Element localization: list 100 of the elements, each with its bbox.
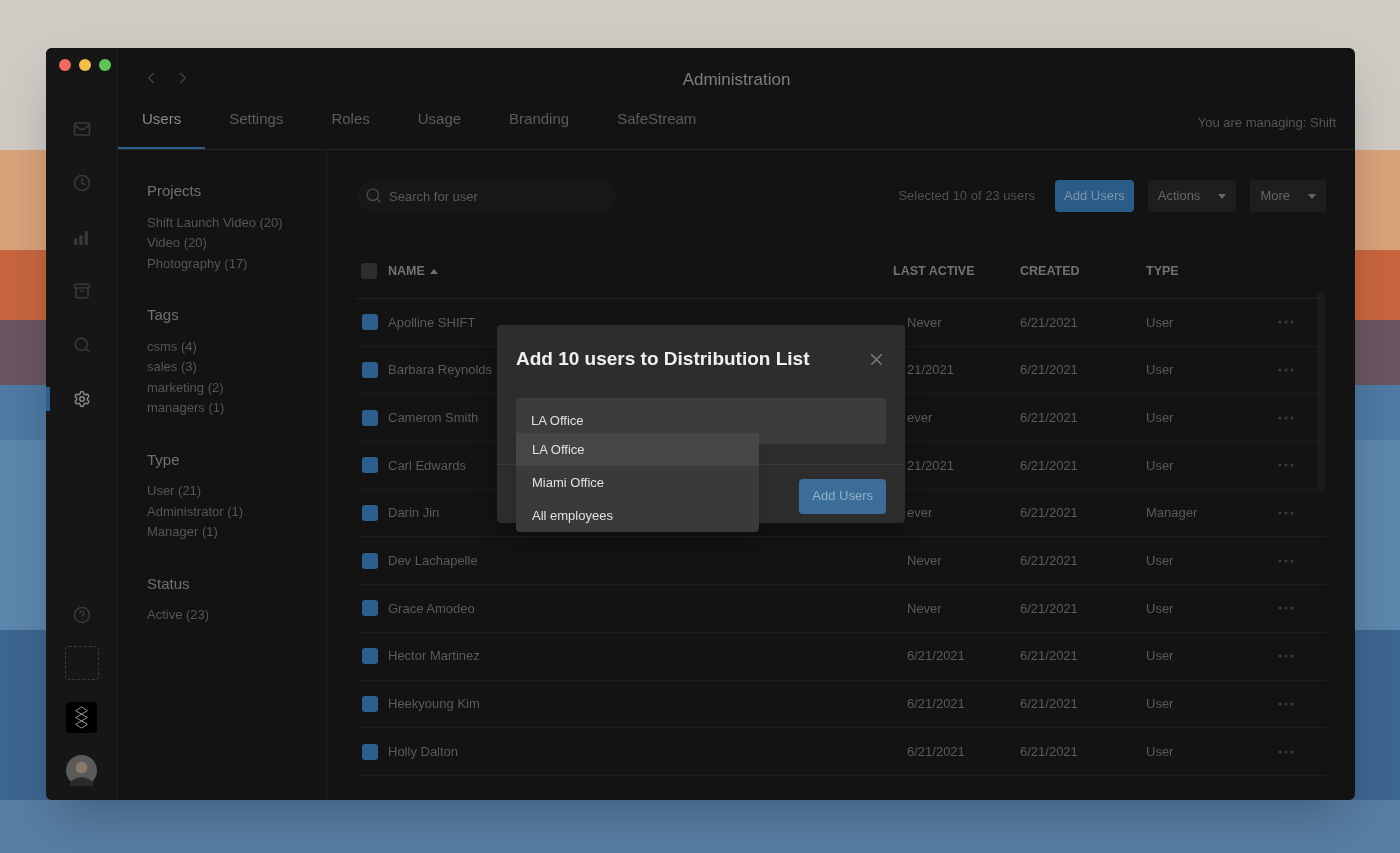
column-header[interactable]: TYPE: [1146, 261, 1179, 281]
user-name: Hector Martinez: [388, 648, 480, 664]
more-options-icon[interactable]: [1278, 415, 1294, 420]
created-cell: 6/21/2021: [1020, 648, 1078, 664]
last-active-cell: 21/2021: [907, 362, 954, 378]
search-icon[interactable]: [72, 336, 91, 354]
type-cell: Manager: [1146, 505, 1198, 521]
filter-item[interactable]: sales (3): [147, 357, 326, 378]
search-field[interactable]: Search for user: [357, 179, 617, 213]
user-name: Barbara Reynolds: [388, 362, 493, 378]
user-name: Carl Edwards: [388, 457, 467, 473]
avatar-icon[interactable]: [66, 755, 97, 786]
filter-item[interactable]: Manager (1): [147, 522, 326, 543]
row-checkbox[interactable]: [362, 600, 378, 617]
add-users-button[interactable]: Add Users: [1055, 180, 1134, 212]
column-header[interactable]: NAME: [388, 261, 425, 281]
row-checkbox[interactable]: [362, 505, 378, 522]
filter-heading: Tags: [147, 305, 180, 325]
caret-icon: [1308, 193, 1316, 199]
column-header[interactable]: LAST ACTIVE: [893, 261, 975, 281]
more-options-icon[interactable]: [1278, 463, 1294, 468]
logo-icon[interactable]: [66, 702, 97, 733]
dropdown-option[interactable]: LA Office: [516, 433, 759, 466]
more-options-icon[interactable]: [1278, 368, 1294, 373]
clock-icon[interactable]: [72, 174, 91, 192]
search-icon: [365, 187, 382, 204]
last-active-cell: 6/21/2021: [907, 648, 965, 664]
archive-icon[interactable]: [72, 282, 91, 300]
tab[interactable]: Users: [118, 107, 206, 149]
row-checkbox[interactable]: [362, 457, 378, 474]
window-title: Administration: [682, 69, 791, 91]
active-indicator: [46, 387, 50, 411]
more-options-icon[interactable]: [1278, 558, 1294, 563]
selection-count: Selected 10 of 23 users: [898, 187, 1036, 206]
more-options-icon[interactable]: [1278, 606, 1294, 611]
created-cell: 6/21/2021: [1020, 505, 1078, 521]
created-cell: 6/21/2021: [1020, 743, 1078, 759]
user-name: Dev Lachapelle: [388, 553, 478, 569]
dropdown-option[interactable]: All employees: [516, 499, 759, 532]
close-window-icon[interactable]: [59, 59, 71, 71]
mail-icon[interactable]: [72, 120, 91, 138]
settings-icon[interactable]: [72, 390, 91, 408]
dropdown-option[interactable]: Miami Office: [516, 466, 759, 499]
row-checkbox[interactable]: [362, 743, 378, 760]
bar-chart-icon[interactable]: [73, 228, 90, 246]
type-cell: User: [1146, 457, 1174, 473]
row-checkbox[interactable]: [362, 314, 378, 331]
type-cell: User: [1146, 409, 1174, 425]
type-cell: User: [1146, 553, 1174, 569]
more-options-icon[interactable]: [1278, 701, 1294, 706]
user-name: Heekyoung Kim: [388, 696, 480, 712]
last-active-cell: 21/2021: [907, 457, 954, 473]
row-checkbox[interactable]: [362, 362, 378, 379]
dropdown-button[interactable]: More: [1250, 180, 1326, 212]
more-options-icon[interactable]: [1278, 749, 1294, 754]
tab[interactable]: Roles: [307, 107, 394, 149]
last-active-cell: Never: [907, 553, 942, 569]
row-checkbox[interactable]: [362, 695, 378, 712]
last-active-cell: 6/21/2021: [907, 696, 965, 712]
created-cell: 6/21/2021: [1020, 600, 1078, 616]
more-options-icon[interactable]: [1278, 511, 1294, 516]
filter-heading: Type: [147, 449, 181, 470]
row-checkbox[interactable]: [362, 409, 378, 426]
row-checkbox[interactable]: [362, 552, 378, 569]
tab[interactable]: Usage: [393, 107, 486, 149]
filter-item[interactable]: marketing (2): [147, 377, 326, 398]
submit-button[interactable]: Add Users: [799, 478, 886, 514]
created-cell: 6/21/2021: [1020, 457, 1078, 473]
user-name: Apolline SHIFT: [388, 314, 476, 330]
filter-item[interactable]: managers (1): [147, 398, 326, 419]
column-header[interactable]: CREATED: [1020, 261, 1080, 281]
type-cell: User: [1146, 314, 1174, 330]
user-name: Holly Dalton: [388, 743, 459, 759]
filter-item[interactable]: Shift Launch Video (20): [147, 212, 326, 233]
caret-icon: [1218, 193, 1227, 199]
filter-item[interactable]: csms (4): [147, 336, 326, 357]
filter-heading: Projects: [147, 181, 203, 201]
type-cell: User: [1146, 648, 1174, 664]
tab[interactable]: Settings: [205, 107, 308, 149]
created-cell: 6/21/2021: [1020, 314, 1078, 330]
select-all-checkbox[interactable]: [361, 263, 377, 279]
type-cell: User: [1146, 362, 1174, 378]
user-name: Grace Amodeo: [388, 600, 475, 616]
managing-label: You are managing: Shift: [1197, 113, 1337, 132]
filter-item[interactable]: Photography (17): [147, 253, 326, 274]
type-cell: User: [1146, 600, 1174, 616]
dropdown-button[interactable]: Actions: [1147, 180, 1237, 212]
row-checkbox[interactable]: [362, 648, 378, 665]
filter-item[interactable]: Active (23): [147, 605, 326, 626]
tab[interactable]: SafeStream: [593, 107, 721, 149]
filter-item[interactable]: User (21): [147, 481, 326, 502]
more-options-icon[interactable]: [1278, 654, 1294, 659]
tab[interactable]: Branding: [485, 107, 594, 149]
add-workspace-icon[interactable]: [64, 646, 99, 680]
help-icon[interactable]: [72, 606, 91, 624]
filter-item[interactable]: Video (20): [147, 233, 326, 254]
minimize-window-icon[interactable]: [79, 59, 91, 71]
filter-item[interactable]: Administrator (1): [147, 501, 326, 522]
more-options-icon[interactable]: [1278, 320, 1294, 325]
zoom-window-icon[interactable]: [99, 59, 111, 71]
